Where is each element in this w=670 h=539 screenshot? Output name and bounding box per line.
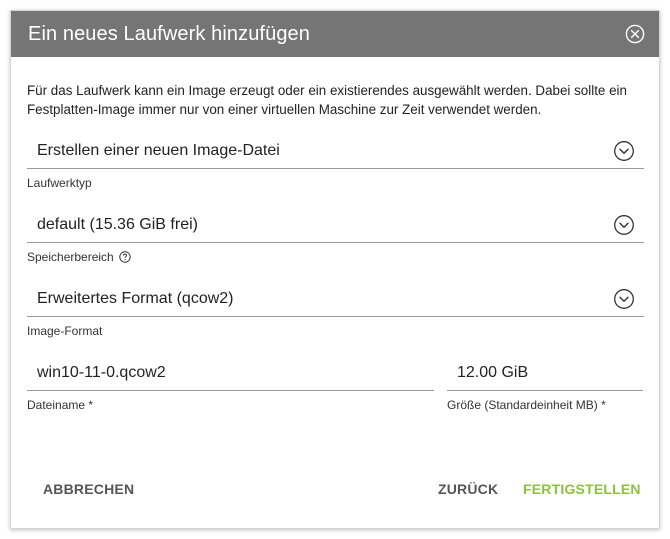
- image-format-value: Erweitertes Format (qcow2): [37, 289, 234, 307]
- filename-label: Dateiname *: [27, 398, 434, 412]
- size-field: 12.00 GiB Größe (Standardeinheit MB) *: [447, 355, 643, 412]
- image-format-select[interactable]: Erweitertes Format (qcow2): [27, 281, 644, 317]
- help-icon[interactable]: [119, 251, 131, 263]
- filename-field: win10-11-0.qcow2 Dateiname *: [27, 355, 434, 412]
- add-drive-dialog: Ein neues Laufwerk hinzufügen Für das La…: [10, 10, 660, 529]
- drive-type-select[interactable]: Erstellen einer neuen Image-Datei: [27, 133, 644, 169]
- storage-label: Speicherbereich: [27, 250, 644, 264]
- image-format-field: Erweitertes Format (qcow2) Image-Format: [27, 281, 644, 338]
- cancel-button[interactable]: ABBRECHEN: [43, 477, 134, 501]
- finish-button[interactable]: FERTIGSTELLEN: [523, 477, 641, 501]
- chevron-down-icon: [614, 141, 634, 161]
- back-button[interactable]: ZURÜCK: [438, 477, 498, 501]
- dialog-titlebar: Ein neues Laufwerk hinzufügen: [11, 11, 659, 57]
- dialog-description: Für das Laufwerk kann ein Image erzeugt …: [27, 83, 627, 117]
- drive-type-field: Erstellen einer neuen Image-Datei Laufwe…: [27, 133, 644, 190]
- filename-value: win10-11-0.qcow2: [37, 363, 166, 381]
- dialog-title: Ein neues Laufwerk hinzufügen: [28, 22, 310, 45]
- storage-select[interactable]: default (15.36 GiB frei): [27, 207, 644, 243]
- drive-type-value: Erstellen einer neuen Image-Datei: [37, 141, 280, 159]
- size-label: Größe (Standardeinheit MB) *: [447, 398, 643, 412]
- drive-type-label-text: Laufwerktyp: [27, 176, 92, 190]
- size-label-text: Größe (Standardeinheit MB) *: [447, 398, 606, 412]
- close-button[interactable]: [625, 24, 645, 44]
- dialog-footer: ABBRECHEN ZURÜCK FERTIGSTELLEN: [11, 477, 661, 507]
- filename-input[interactable]: win10-11-0.qcow2: [27, 355, 434, 391]
- image-format-label-text: Image-Format: [27, 324, 103, 338]
- close-icon: [625, 24, 645, 44]
- chevron-down-icon: [614, 289, 634, 309]
- dialog-content: Für das Laufwerk kann ein Image erzeugt …: [27, 57, 645, 412]
- storage-label-text: Speicherbereich: [27, 250, 114, 264]
- size-value: 12.00 GiB: [457, 363, 529, 381]
- size-input[interactable]: 12.00 GiB: [447, 355, 643, 391]
- storage-value: default (15.36 GiB frei): [37, 215, 198, 233]
- storage-field: default (15.36 GiB frei) Speicherbereich: [27, 207, 644, 264]
- chevron-down-icon: [614, 215, 634, 235]
- image-format-label: Image-Format: [27, 324, 644, 338]
- filename-label-text: Dateiname *: [27, 398, 94, 412]
- drive-type-label: Laufwerktyp: [27, 176, 644, 190]
